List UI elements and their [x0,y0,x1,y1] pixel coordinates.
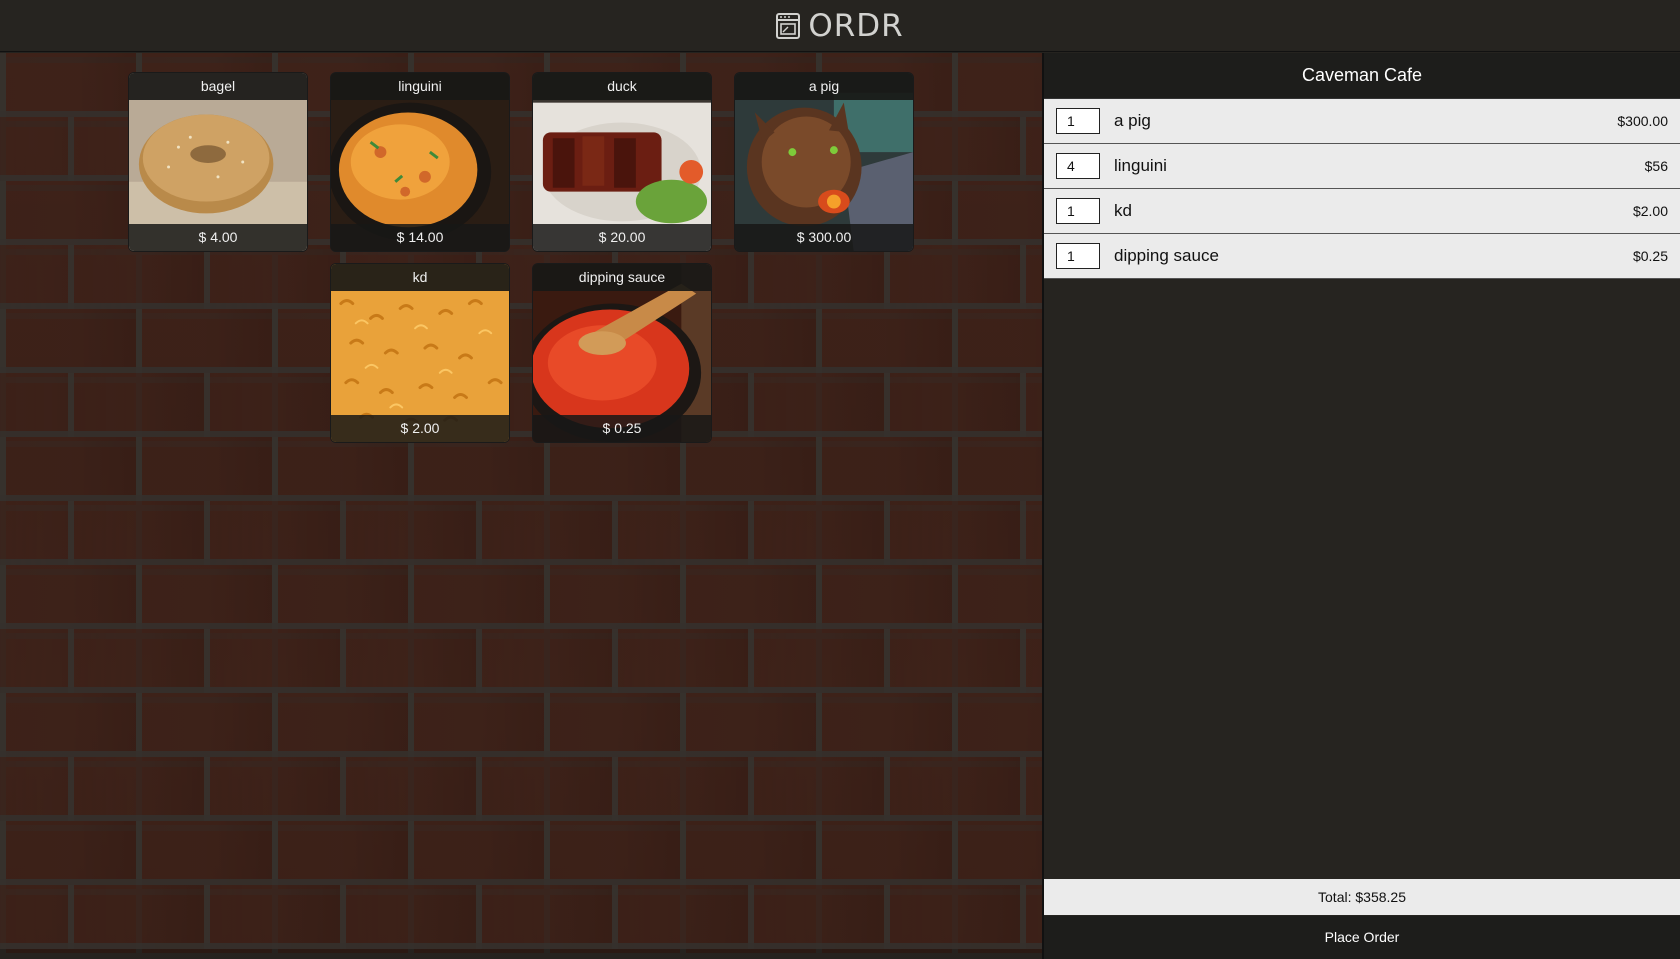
menu-area: bagel $ 4.00 linguini $ 14.00 duck $ 20.… [0,53,1042,959]
menu-item-a-pig[interactable]: a pig $ 300.00 [734,72,914,252]
quantity-input[interactable] [1056,108,1100,134]
order-row: a pig $300.00 [1044,99,1680,144]
order-row: linguini $56 [1044,144,1680,189]
menu-item-name: linguini [331,73,509,100]
quantity-input[interactable] [1056,243,1100,269]
order-item-price: $56 [1644,158,1668,174]
menu-item-price: $ 300.00 [735,224,913,251]
menu-item-price: $ 20.00 [533,224,711,251]
menu-item-price: $ 4.00 [129,224,307,251]
menu-item-price: $ 14.00 [331,224,509,251]
quantity-input[interactable] [1056,153,1100,179]
order-panel: Caveman Cafe a pig $300.00 linguini $56 … [1042,53,1680,959]
order-item-name: linguini [1114,156,1167,175]
order-item-name: kd [1114,201,1132,220]
order-list: a pig $300.00 linguini $56 kd $2.00 dipp… [1044,98,1680,279]
app-title: ORDR [808,7,904,44]
order-total: Total: $358.25 [1044,879,1680,915]
menu-item-price: $ 0.25 [533,415,711,442]
order-row: kd $2.00 [1044,189,1680,234]
order-item-price: $0.25 [1632,248,1668,264]
menu-item-price: $ 2.00 [331,415,509,442]
menu-item-name: dipping sauce [533,264,711,291]
app-logo[interactable]: ORDR [776,8,903,44]
menu-item-name: bagel [129,73,307,100]
order-item-price: $2.00 [1632,203,1668,219]
menu-item-name: duck [533,73,711,100]
menu-item-bagel[interactable]: bagel $ 4.00 [128,72,308,252]
order-item-price: $300.00 [1617,113,1668,129]
oven-icon [776,12,801,39]
app-header: ORDR [0,0,1680,52]
menu-item-dipping-sauce[interactable]: dipping sauce $ 0.25 [532,263,712,443]
menu-item-name: kd [331,264,509,291]
order-item-name: a pig [1114,111,1151,130]
order-row: dipping sauce $0.25 [1044,234,1680,279]
menu-item-duck[interactable]: duck $ 20.00 [532,72,712,252]
place-order-button[interactable]: Place Order [1044,916,1680,959]
menu-item-name: a pig [735,73,913,100]
menu-item-linguini[interactable]: linguini $ 14.00 [330,72,510,252]
order-item-name: dipping sauce [1114,246,1219,265]
quantity-input[interactable] [1056,198,1100,224]
restaurant-name: Caveman Cafe [1044,53,1680,98]
menu-item-kd[interactable]: kd $ 2.00 [330,263,510,443]
